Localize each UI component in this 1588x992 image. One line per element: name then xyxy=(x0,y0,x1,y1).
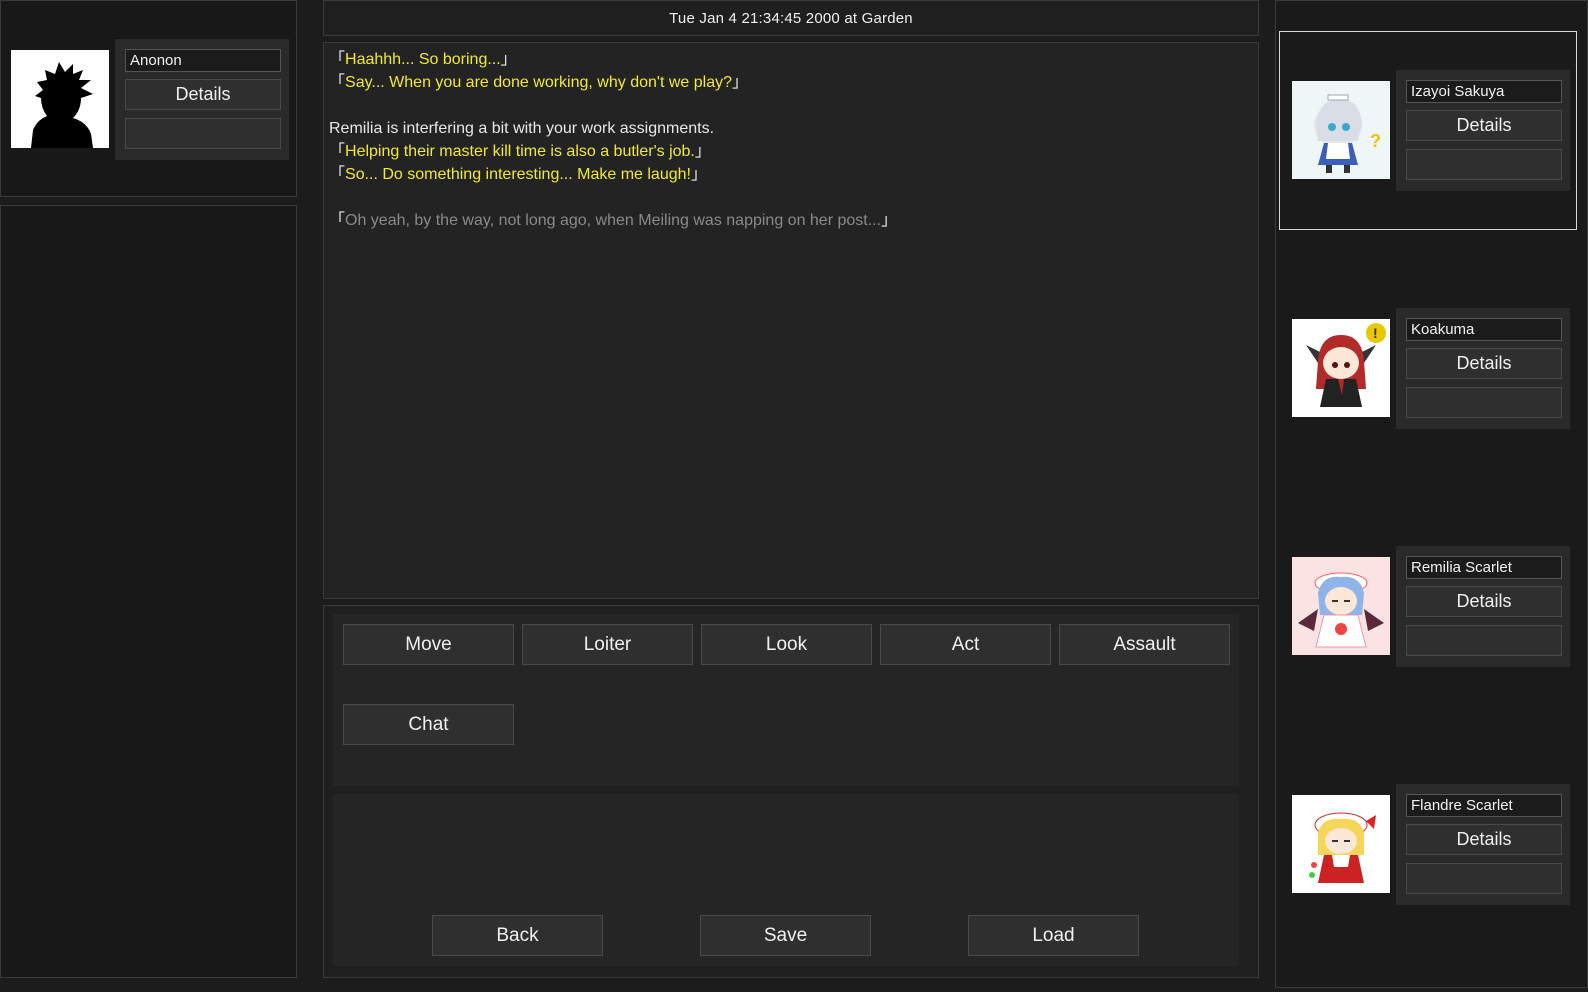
flandre-chibi-icon xyxy=(1292,795,1390,893)
character-card-2: Koakuma Details xyxy=(1396,308,1570,429)
log-line-text: Helping their master kill time is also a… xyxy=(345,143,695,160)
character-extra-button[interactable] xyxy=(1406,387,1562,418)
left-info-panel xyxy=(0,205,297,978)
character-details-button[interactable]: Details xyxy=(1406,110,1562,141)
log-line: 「Say... When you are done working, why d… xyxy=(329,71,1250,94)
svg-text:?: ? xyxy=(1370,131,1381,151)
log-line-text: So... Do something interesting... Make m… xyxy=(345,166,691,183)
quote-close-mark: 」 xyxy=(881,212,898,229)
log-line: 「Helping their master kill time is also … xyxy=(329,140,1250,163)
quote-open-mark: 「 xyxy=(329,212,346,229)
command-panel: Move Loiter Look Act Assault Chat Back S… xyxy=(323,605,1259,978)
character-portrait-koakuma[interactable]: ! xyxy=(1292,319,1390,417)
maid-chibi-icon: ? xyxy=(1292,81,1390,179)
look-button[interactable]: Look xyxy=(701,624,872,665)
quote-close-mark: 」 xyxy=(690,166,707,183)
character-details-button[interactable]: Details xyxy=(1406,824,1562,855)
character-portrait-sakuya[interactable]: ? xyxy=(1292,81,1390,179)
load-button[interactable]: Load xyxy=(968,915,1139,956)
character-extra-button[interactable] xyxy=(1406,149,1562,180)
loiter-button[interactable]: Loiter xyxy=(522,624,693,665)
quote-close-mark: 」 xyxy=(731,74,748,91)
log-line-text: Say... When you are done working, why do… xyxy=(345,74,732,91)
player-name-field[interactable]: Anonon xyxy=(125,49,281,72)
status-bar: Tue Jan 4 21:34:45 2000 at Garden xyxy=(323,0,1259,36)
quote-open-mark: 「 xyxy=(329,166,346,183)
silhouette-icon xyxy=(11,50,109,148)
log-line: 「Haahhh... So boring...」 xyxy=(329,48,1250,71)
log-line: Remilia is interfering a bit with your w… xyxy=(329,117,1250,140)
system-button-area: Back Save Load xyxy=(333,794,1239,966)
quote-open-mark: 「 xyxy=(329,74,346,91)
quote-open-mark: 「 xyxy=(329,51,346,68)
log-line: 「Oh yeah, by the way, not long ago, when… xyxy=(329,209,1250,232)
quote-close-mark: 」 xyxy=(694,143,711,160)
log-line-text: Oh yeah, by the way, not long ago, when … xyxy=(345,212,882,229)
character-portrait-remilia[interactable] xyxy=(1292,557,1390,655)
character-card-4: Flandre Scarlet Details xyxy=(1396,784,1570,905)
quote-open-mark: 「 xyxy=(329,143,346,160)
datetime-location: Tue Jan 4 21:34:45 2000 at Garden xyxy=(669,10,913,27)
devil-chibi-icon: ! xyxy=(1292,319,1390,417)
message-log-lines: 「Haahhh... So boring...」 「Say... When you… xyxy=(329,48,1250,232)
character-portrait-flandre[interactable] xyxy=(1292,795,1390,893)
vampire-chibi-icon xyxy=(1292,557,1390,655)
player-portrait xyxy=(11,50,109,148)
character-card-3: Remilia Scarlet Details xyxy=(1396,546,1570,667)
chat-button[interactable]: Chat xyxy=(343,704,514,745)
log-line-text: Haahhh... So boring... xyxy=(345,51,501,68)
svg-text:!: ! xyxy=(1373,325,1378,341)
player-extra-button[interactable] xyxy=(125,118,281,149)
character-name-field[interactable]: Izayoi Sakuya xyxy=(1406,80,1562,103)
character-extra-button[interactable] xyxy=(1406,863,1562,894)
player-panel: Anonon Details xyxy=(0,0,297,197)
back-button[interactable]: Back xyxy=(432,915,603,956)
log-line: 「So... Do something interesting... Make … xyxy=(329,163,1250,186)
character-card-1: Izayoi Sakuya Details xyxy=(1396,70,1570,191)
quote-close-mark: 」 xyxy=(500,51,517,68)
move-button[interactable]: Move xyxy=(343,624,514,665)
player-card: Anonon Details xyxy=(115,39,289,160)
save-button[interactable]: Save xyxy=(700,915,871,956)
character-name-field[interactable]: Remilia Scarlet xyxy=(1406,556,1562,579)
character-name-field[interactable]: Koakuma xyxy=(1406,318,1562,341)
act-button[interactable]: Act xyxy=(880,624,1051,665)
player-details-button[interactable]: Details xyxy=(125,79,281,110)
character-details-button[interactable]: Details xyxy=(1406,348,1562,379)
message-log: 「Haahhh... So boring...」 「Say... When you… xyxy=(323,42,1259,599)
character-extra-button[interactable] xyxy=(1406,625,1562,656)
character-name-field[interactable]: Flandre Scarlet xyxy=(1406,794,1562,817)
log-line-text: Remilia is interfering a bit with your w… xyxy=(329,120,715,137)
action-button-area: Move Loiter Look Act Assault Chat xyxy=(333,614,1239,786)
assault-button[interactable]: Assault xyxy=(1059,624,1230,665)
character-details-button[interactable]: Details xyxy=(1406,586,1562,617)
